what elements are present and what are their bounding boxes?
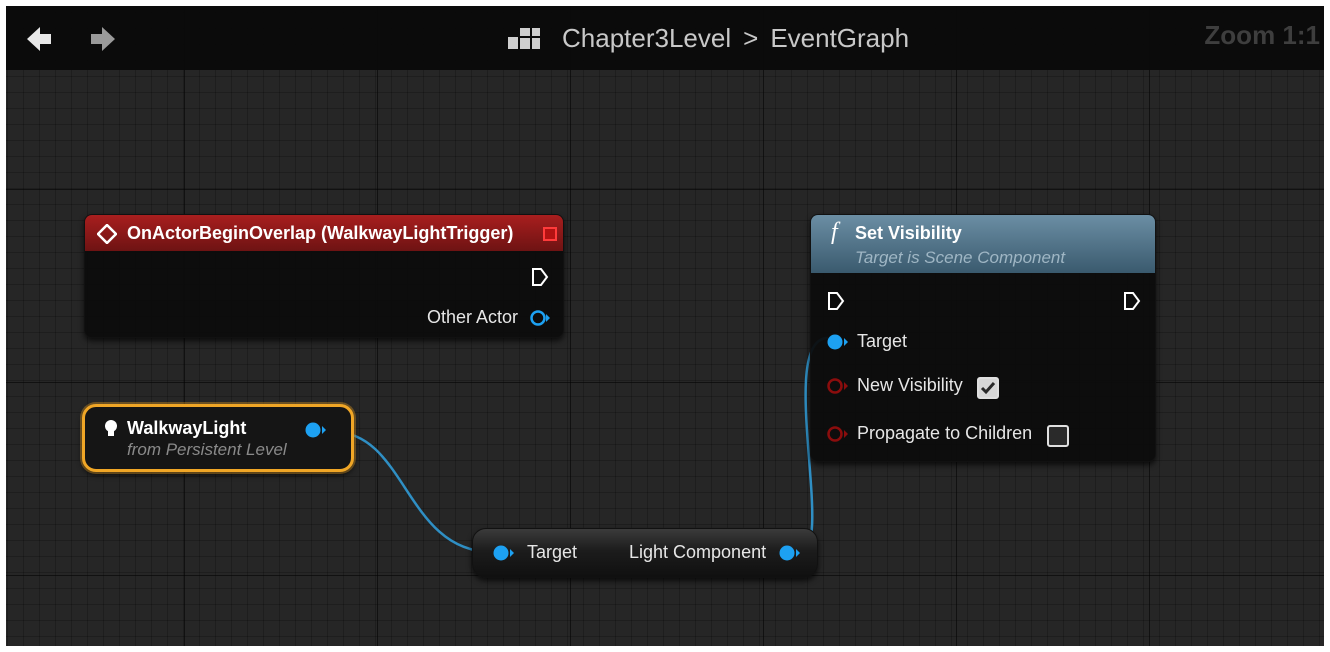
blueprint-graph-icon: [508, 28, 540, 49]
new-visibility-input-pin[interactable]: [825, 377, 851, 395]
event-node-title: OnActorBeginOverlap (WalkwayLightTrigger…: [127, 223, 514, 243]
target-input-pin[interactable]: [825, 333, 851, 351]
function-icon: f: [831, 219, 838, 245]
light-bulb-icon: [105, 420, 117, 436]
zoom-level: Zoom 1:1: [1204, 20, 1320, 50]
function-node-subtitle: Target is Scene Component: [855, 248, 1066, 267]
blueprint-graph-canvas[interactable]: Chapter3Level > EventGraph Zoom 1:1 OnAc…: [6, 6, 1324, 646]
arrow-right-icon[interactable]: [90, 26, 116, 52]
new-visibility-checkbox[interactable]: [977, 377, 999, 399]
pin-label-propagate-to-children: Propagate to Children: [857, 423, 1033, 443]
variable-name: WalkwayLight: [127, 418, 247, 438]
variable-node-walkway-light[interactable]: WalkwayLight from Persistent Level: [82, 404, 354, 472]
function-node-set-visibility[interactable]: f Set Visibility Target is Scene Compone…: [810, 214, 1156, 462]
variable-source: from Persistent Level: [127, 440, 287, 459]
propagate-input-pin[interactable]: [825, 425, 851, 443]
checkmark-icon: [980, 382, 996, 395]
breadcrumb-separator: >: [743, 22, 759, 53]
pin-label-target: Target: [857, 331, 908, 351]
pin-label-target: Target: [527, 542, 578, 562]
event-node-on-actor-begin-overlap[interactable]: OnActorBeginOverlap (WalkwayLightTrigger…: [84, 214, 564, 338]
function-node-title: Set Visibility: [855, 223, 962, 243]
pin-label-new-visibility: New Visibility: [857, 375, 963, 395]
exec-input-pin[interactable]: [827, 291, 845, 311]
walkway-light-output-pin[interactable]: [303, 421, 329, 439]
graph-toolbar: Chapter3Level > EventGraph Zoom 1:1: [6, 6, 1324, 70]
other-actor-pin[interactable]: [529, 309, 551, 327]
breadcrumb: Chapter3Level > EventGraph: [506, 21, 909, 55]
pin-label-light-component: Light Component: [629, 542, 767, 562]
light-component-output-pin[interactable]: [777, 544, 803, 562]
exec-output-pin[interactable]: [1123, 291, 1141, 311]
arrow-left-icon[interactable]: [26, 26, 52, 52]
breadcrumb-level[interactable]: Chapter3Level: [562, 23, 731, 54]
function-node-header[interactable]: f Set Visibility Target is Scene Compone…: [811, 215, 1155, 273]
delegate-pin-icon[interactable]: [543, 227, 557, 241]
breadcrumb-graph[interactable]: EventGraph: [770, 23, 909, 54]
target-input-pin[interactable]: [491, 544, 517, 562]
propagate-to-children-checkbox[interactable]: [1047, 425, 1069, 447]
get-light-component-node[interactable]: Target Light Component: [472, 528, 818, 578]
event-node-header[interactable]: OnActorBeginOverlap (WalkwayLightTrigger…: [85, 215, 563, 251]
wire-walkwaylight-to-target: [333, 430, 493, 554]
exec-output-pin[interactable]: [531, 267, 549, 287]
event-diamond-icon: [97, 224, 117, 244]
pin-label-other-actor: Other Actor: [427, 307, 519, 327]
